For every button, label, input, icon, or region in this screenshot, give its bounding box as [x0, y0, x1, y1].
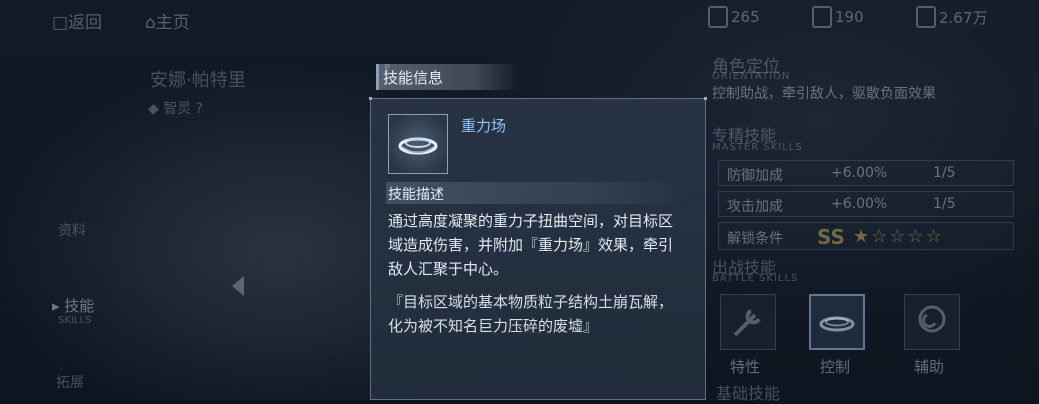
gravity-ring-icon	[398, 137, 438, 155]
character-name: 安娜·帕特里	[150, 70, 246, 91]
stat-row: 防御加成 +6.00% 1/5	[718, 160, 1014, 186]
battle-skills-title-en: BATTLE SKILLS	[712, 273, 799, 284]
skill-slot-control[interactable]	[809, 294, 865, 350]
unlock-stars: ★☆☆☆☆	[853, 226, 944, 247]
stat-name: 防御加成	[727, 168, 783, 184]
corner-dot	[369, 97, 372, 100]
skill-slot-trait[interactable]	[720, 294, 776, 350]
unlock-rank: SS	[817, 225, 845, 249]
slot-label-control: 控制	[820, 358, 851, 376]
back-button[interactable]: □返回	[52, 8, 102, 33]
skill-slot-support[interactable]	[904, 294, 960, 350]
mastery-title-en: MASTER SKILLS	[712, 142, 803, 153]
prev-arrow-icon[interactable]	[232, 276, 244, 296]
resource-cube: 190	[812, 6, 864, 28]
description-line: 敌人汇聚于中心。	[388, 260, 509, 278]
sidebar-item-skills-en: SKILLS	[58, 315, 92, 326]
role-description: 控制助战，牵引敌人，驱散负面效果	[712, 86, 936, 102]
lore-line: 『目标区域的基本物质粒子结构土崩瓦解，	[388, 293, 674, 311]
skill-name: 重力场	[461, 117, 507, 135]
battery-icon	[708, 6, 728, 28]
resource-battery: 265	[708, 6, 760, 28]
character-class: ◆ 智灵 ?	[148, 101, 204, 117]
stat-value: +6.00%	[831, 165, 888, 181]
lore-line: 化为被不知名巨力压碎的废墟』	[388, 317, 599, 335]
skill-info-title: 技能信息	[383, 69, 444, 87]
sidebar-item-extend[interactable]: 拓展	[56, 372, 84, 392]
resource-value: 190	[835, 8, 864, 26]
slot-label-trait: 特性	[730, 358, 761, 376]
description-line: 域造成伤害，并附加『重力场』效果，牵引	[388, 236, 674, 254]
stat-level: 1/5	[933, 165, 956, 181]
role-title-en: ORIENTATION	[712, 71, 791, 82]
credit-icon	[916, 6, 936, 28]
corner-dot	[704, 97, 707, 100]
skill-icon-frame	[388, 114, 448, 174]
stat-name: 攻击加成	[727, 199, 783, 215]
skill-lore: 『目标区域的基本物质粒子结构土崩瓦解， 化为被不知名巨力压碎的废墟』	[388, 290, 708, 338]
gravity-ring-icon	[819, 316, 855, 332]
wrench-icon	[733, 309, 761, 337]
home-button[interactable]: ⌂主页	[145, 8, 190, 33]
skill-description: 通过高度凝聚的重力子扭曲空间，对目标区 域造成伤害，并附加『重力场』效果，牵引 …	[388, 209, 708, 281]
stat-level: 1/5	[933, 196, 956, 212]
stat-value: +6.00%	[831, 196, 888, 212]
slot-label-support: 辅助	[914, 358, 945, 376]
description-line: 通过高度凝聚的重力子扭曲空间，对目标区	[388, 212, 674, 230]
sidebar-item-profile[interactable]: 资料	[58, 220, 86, 240]
basic-skills-title: 基础技能	[716, 384, 781, 403]
resource-value: 2.67万	[939, 8, 988, 27]
shield-moon-icon	[918, 305, 946, 333]
unlock-condition-row: 解锁条件 SS ★☆☆☆☆	[718, 222, 1014, 250]
resource-value: 265	[731, 8, 760, 26]
skill-info-tab: 『 技能信息	[376, 64, 519, 90]
unlock-label: 解锁条件	[727, 231, 783, 247]
description-heading: 技能描述	[388, 187, 444, 203]
top-bar: □返回 ⌂主页 265 190 2.67万	[0, 0, 1039, 42]
description-header: 技能描述	[386, 182, 686, 204]
resource-credit: 2.67万	[916, 6, 987, 28]
cube-icon	[812, 6, 832, 28]
sidebar-item-skills[interactable]: ▸ 技能	[52, 295, 94, 316]
stat-row: 攻击加成 +6.00% 1/5	[718, 191, 1014, 217]
